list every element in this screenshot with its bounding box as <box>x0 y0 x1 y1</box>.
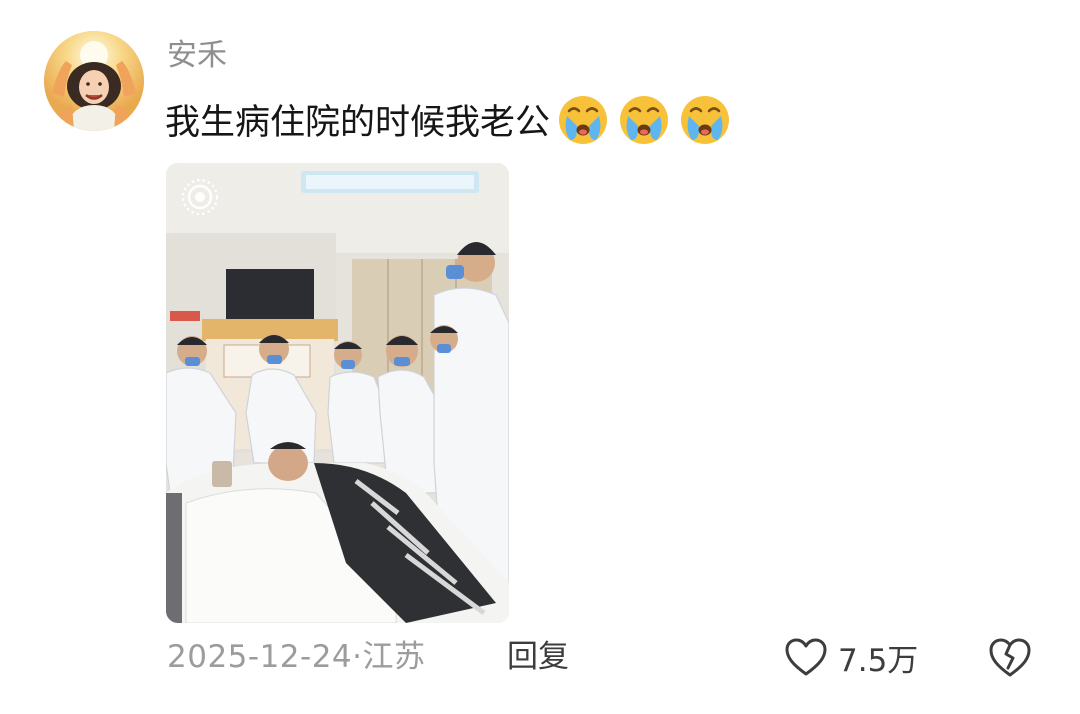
like-count: 7.5万 <box>838 642 919 679</box>
comment-footer: 2025-12-24·江苏 回复 7.5万 <box>167 632 1047 682</box>
heart-outline-icon <box>785 638 827 676</box>
emoji-group <box>556 92 739 146</box>
comment-item: 安禾 我生病住院的时候我老公 2025-12-24·江苏 回复 7.5万 <box>0 0 1080 714</box>
crying-emoji-icon <box>681 96 730 144</box>
comment-image[interactable] <box>166 163 509 623</box>
avatar-illustration <box>44 31 144 131</box>
comment-text-row: 我生病住院的时候我老公 <box>165 92 739 146</box>
comment-text: 我生病住院的时候我老公 <box>165 102 551 143</box>
broken-heart-icon[interactable] <box>987 634 1033 680</box>
hospital-room-photo <box>166 163 509 623</box>
reply-button[interactable]: 回复 <box>507 632 569 682</box>
avatar[interactable] <box>44 31 144 131</box>
comment-location: 江苏 <box>362 639 426 675</box>
meta-separator: · <box>352 639 363 675</box>
crying-emoji-icon <box>559 96 608 144</box>
crying-emoji-icon <box>620 96 669 144</box>
comment-date: 2025-12-24 <box>167 639 353 675</box>
username[interactable]: 安禾 <box>167 36 227 76</box>
live-photo-icon[interactable] <box>180 177 220 217</box>
comment-meta: 2025-12-24·江苏 <box>167 632 426 682</box>
like-button[interactable]: 7.5万 <box>784 634 918 680</box>
